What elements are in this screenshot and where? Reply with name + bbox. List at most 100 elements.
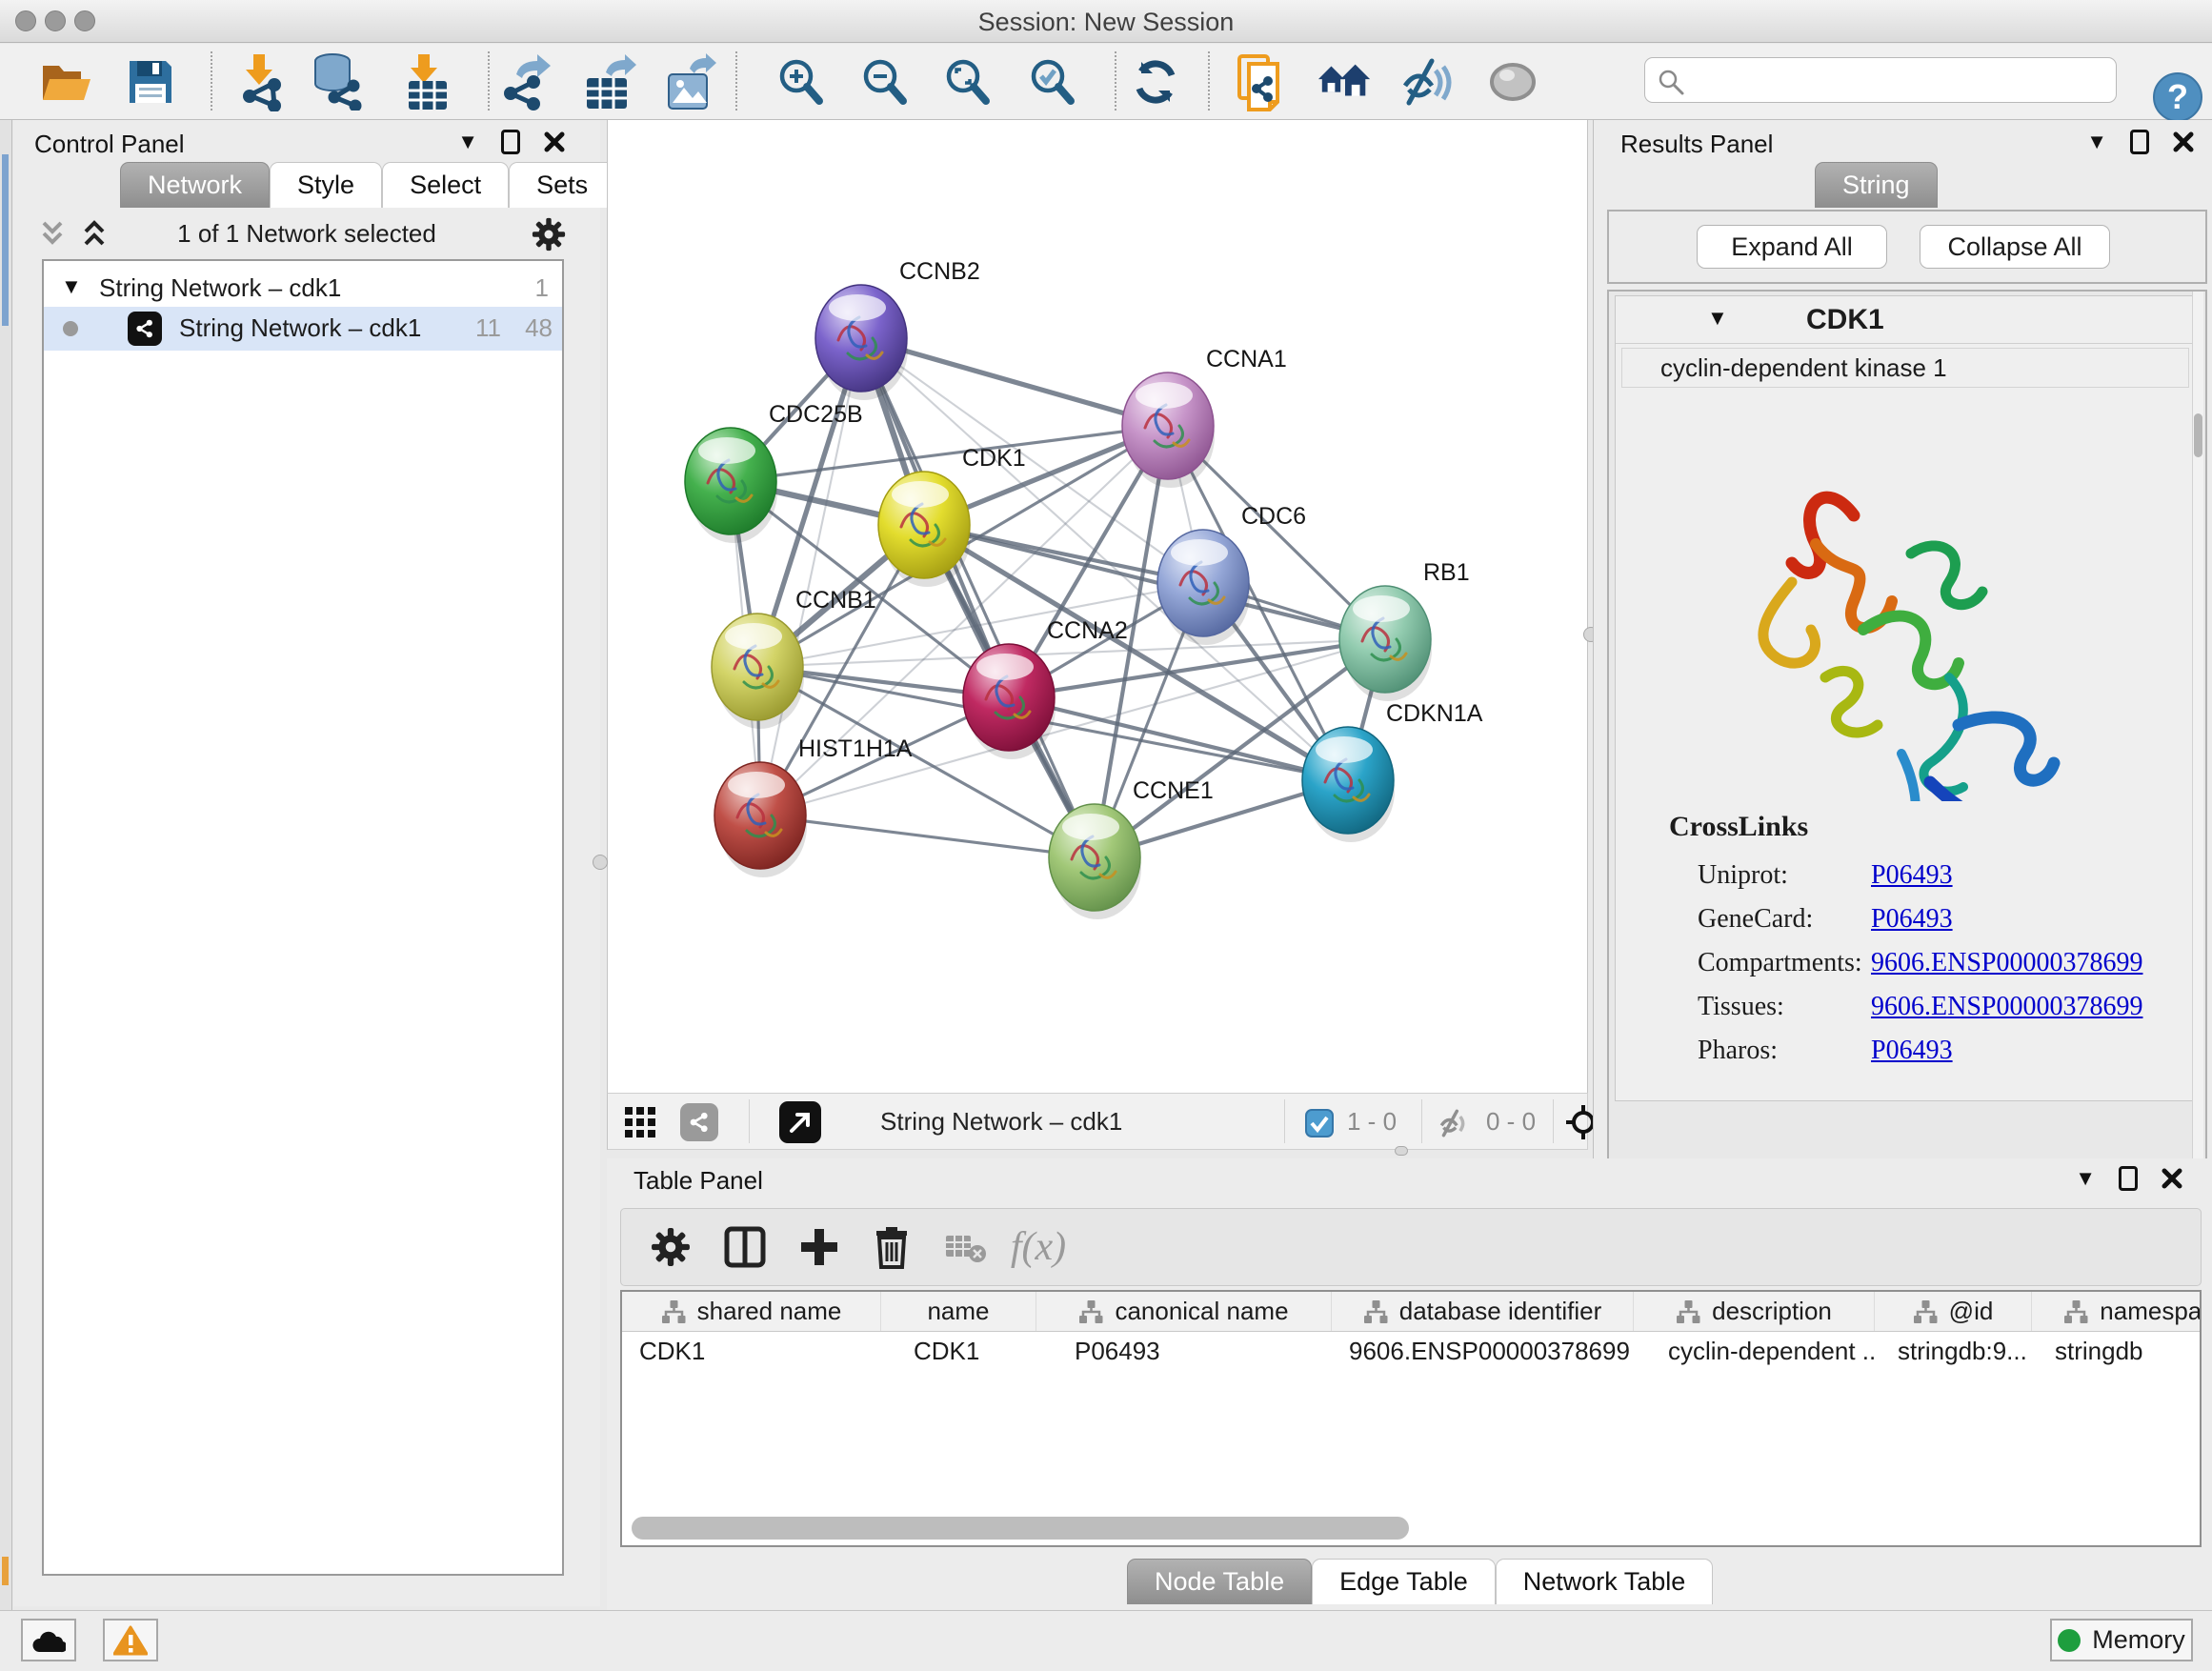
tab-network-table[interactable]: Network Table (1496, 1559, 1714, 1604)
cell-name[interactable]: CDK1 (881, 1332, 1036, 1372)
tab-style[interactable]: Style (270, 162, 382, 208)
horizontal-splitter-handle[interactable] (1395, 1146, 1408, 1156)
tab-string-results[interactable]: String (1815, 162, 1938, 208)
crosslink-link[interactable]: 9606.ENSP00000378699 (1871, 992, 2142, 1022)
memory-status-button[interactable]: Memory (2050, 1619, 2193, 1661)
network-row-selected[interactable]: String Network – cdk1 11 48 (44, 307, 562, 351)
column-header[interactable]: name (881, 1292, 1036, 1331)
table-panel-title: Table Panel (633, 1166, 763, 1196)
tab-node-table[interactable]: Node Table (1127, 1559, 1312, 1604)
network-node[interactable]: CCNB1 (712, 587, 876, 729)
network-edge[interactable] (861, 338, 1095, 857)
function-builder-icon[interactable]: f(x) (1011, 1224, 1066, 1270)
import-network-file-icon[interactable] (231, 53, 288, 111)
export-table-icon[interactable] (580, 53, 637, 111)
hide-selected-icon[interactable] (1399, 53, 1457, 111)
entry-collapse-icon[interactable]: ▼ (1707, 306, 1728, 331)
network-node[interactable]: CDKN1A (1302, 700, 1483, 842)
tab-sets[interactable]: Sets (509, 162, 615, 208)
column-header[interactable]: namespace (2032, 1292, 2202, 1331)
delete-table-icon[interactable] (944, 1230, 988, 1264)
float-panel-icon[interactable] (501, 130, 520, 154)
network-node[interactable]: CCNA1 (1122, 346, 1287, 488)
zoom-fit-icon[interactable] (938, 53, 995, 111)
cloud-status-button[interactable] (21, 1619, 76, 1661)
search-input[interactable] (1693, 60, 2102, 98)
panel-menu-icon[interactable]: ▼ (2086, 130, 2107, 154)
vertical-splitter-handle[interactable] (593, 855, 608, 870)
cell-database-identifier[interactable]: 9606.ENSP00000378699 (1332, 1332, 1634, 1372)
column-header[interactable]: @id (1875, 1292, 2032, 1331)
grid-view-icon[interactable] (625, 1107, 657, 1137)
table-options-gear-icon[interactable] (651, 1227, 691, 1267)
crosslink-link[interactable]: P06493 (1871, 860, 1953, 891)
results-scrollbar-thumb[interactable] (2194, 413, 2202, 457)
column-header[interactable]: database identifier (1332, 1292, 1634, 1331)
close-panel-icon[interactable] (2172, 131, 2195, 153)
network-node[interactable]: CDC25B (685, 401, 863, 543)
delete-column-icon[interactable] (873, 1225, 911, 1269)
close-panel-icon[interactable] (543, 131, 566, 153)
export-image-icon[interactable] (662, 53, 719, 111)
add-column-icon[interactable] (798, 1226, 840, 1268)
hidden-eye-icon[interactable] (1437, 1109, 1473, 1137)
column-header[interactable]: canonical name (1036, 1292, 1332, 1331)
column-header[interactable]: description (1634, 1292, 1875, 1331)
network-options-gear-icon[interactable] (532, 217, 566, 252)
panel-menu-icon[interactable]: ▼ (457, 130, 478, 154)
collapse-all-button[interactable]: Collapse All (1920, 225, 2110, 269)
tab-edge-table[interactable]: Edge Table (1312, 1559, 1496, 1604)
close-panel-icon[interactable] (2161, 1167, 2183, 1190)
network-share-view-icon[interactable] (680, 1103, 718, 1141)
selected-checkbox-icon[interactable] (1305, 1109, 1334, 1137)
float-panel-icon[interactable] (2119, 1166, 2138, 1191)
tab-network[interactable]: Network (120, 162, 270, 208)
network-node[interactable]: CCNE1 (1049, 777, 1214, 919)
collection-expand-icon[interactable]: ▼ (61, 274, 82, 299)
string-home-icon[interactable] (1317, 53, 1374, 111)
crosslink-link[interactable]: 9606.ENSP00000378699 (1871, 948, 2142, 978)
table-horizontal-scrollbar-thumb[interactable] (632, 1517, 1409, 1540)
float-panel-icon[interactable] (2130, 130, 2149, 154)
import-table-file-icon[interactable] (396, 53, 453, 111)
node-result-header[interactable]: ▼ CDK1 (1616, 296, 2195, 344)
panel-menu-icon[interactable]: ▼ (2075, 1166, 2096, 1191)
network-node[interactable]: CDC6 (1157, 503, 1306, 645)
export-network-icon[interactable] (498, 53, 555, 111)
zoom-out-icon[interactable] (855, 53, 913, 111)
tab-select[interactable]: Select (382, 162, 509, 208)
network-node[interactable]: HIST1H1A (714, 735, 913, 877)
string-network-graph[interactable]: CCNB2CCNA1CDC25BCDK1CDC6RB1CCNB1CCNA2CDK… (608, 120, 1587, 1091)
network-node[interactable]: CDK1 (878, 445, 1026, 587)
cell-description[interactable]: cyclin-dependent ... (1634, 1332, 1875, 1372)
help-icon[interactable]: ? (2153, 72, 2202, 122)
cytoscape-window: Session: New Session (0, 0, 2212, 1671)
cell-canonical-name[interactable]: P06493 (1036, 1332, 1332, 1372)
network-edge[interactable] (760, 815, 1095, 857)
cell-namespace[interactable]: stringdb (2032, 1332, 2202, 1372)
crosslink-link[interactable]: P06493 (1871, 904, 1953, 935)
column-header[interactable]: shared name (622, 1292, 881, 1331)
warnings-button[interactable] (103, 1619, 158, 1661)
zoom-selected-icon[interactable] (1023, 53, 1080, 111)
show-columns-icon[interactable] (724, 1226, 766, 1268)
string-protein-query-icon[interactable] (1232, 53, 1289, 111)
cell-shared-name[interactable]: CDK1 (622, 1332, 881, 1372)
expand-all-button[interactable]: Expand All (1697, 225, 1887, 269)
crosslinks-title: CrossLinks (1669, 811, 1808, 843)
crosslink-link[interactable]: P06493 (1871, 1036, 1953, 1066)
cell-id[interactable]: stringdb:9... (1875, 1332, 2032, 1372)
network-node[interactable]: RB1 (1339, 559, 1470, 701)
table-row[interactable]: CDK1 CDK1 P06493 9606.ENSP00000378699 cy… (622, 1332, 2202, 1372)
zoom-in-icon[interactable] (772, 53, 829, 111)
network-collection-row[interactable]: ▼ String Network – cdk1 1 (44, 267, 562, 307)
save-session-icon[interactable] (122, 53, 179, 111)
birdseye-view-icon[interactable] (779, 1101, 821, 1143)
network-selection-summary: 1 of 1 Network selected (13, 219, 600, 249)
network-view-canvas[interactable]: CCNB2CCNA1CDC25BCDK1CDC6RB1CCNB1CCNA2CDK… (607, 120, 1588, 1093)
network-node[interactable]: CCNB2 (815, 258, 980, 400)
import-network-database-icon[interactable] (309, 53, 366, 111)
apply-layout-icon[interactable] (1127, 53, 1184, 111)
open-session-icon[interactable] (38, 53, 95, 111)
show-graphics-details-icon[interactable] (1484, 53, 1541, 111)
